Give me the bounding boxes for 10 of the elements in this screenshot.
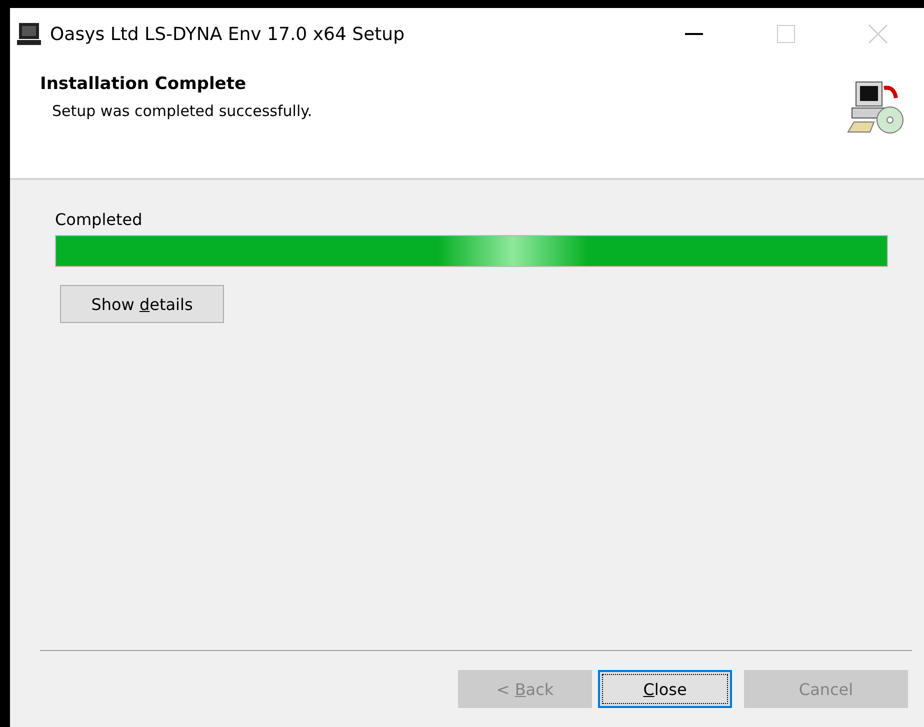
- progress-label: Completed: [55, 210, 142, 229]
- dialog-button[interactable]: Close: [598, 670, 732, 708]
- header-subtitle: Setup was completed successfully.: [52, 102, 314, 120]
- minimize-icon: [685, 33, 703, 35]
- show-details-button[interactable]: Show details: [60, 285, 224, 323]
- maximize-icon: [777, 25, 795, 43]
- computer-icon: [16, 22, 42, 46]
- close-icon: [868, 24, 888, 44]
- header-title: Installation Complete: [40, 74, 247, 94]
- window-title: Oasys Ltd LS-DYNA Env 17.0 x64 Setup: [50, 24, 406, 44]
